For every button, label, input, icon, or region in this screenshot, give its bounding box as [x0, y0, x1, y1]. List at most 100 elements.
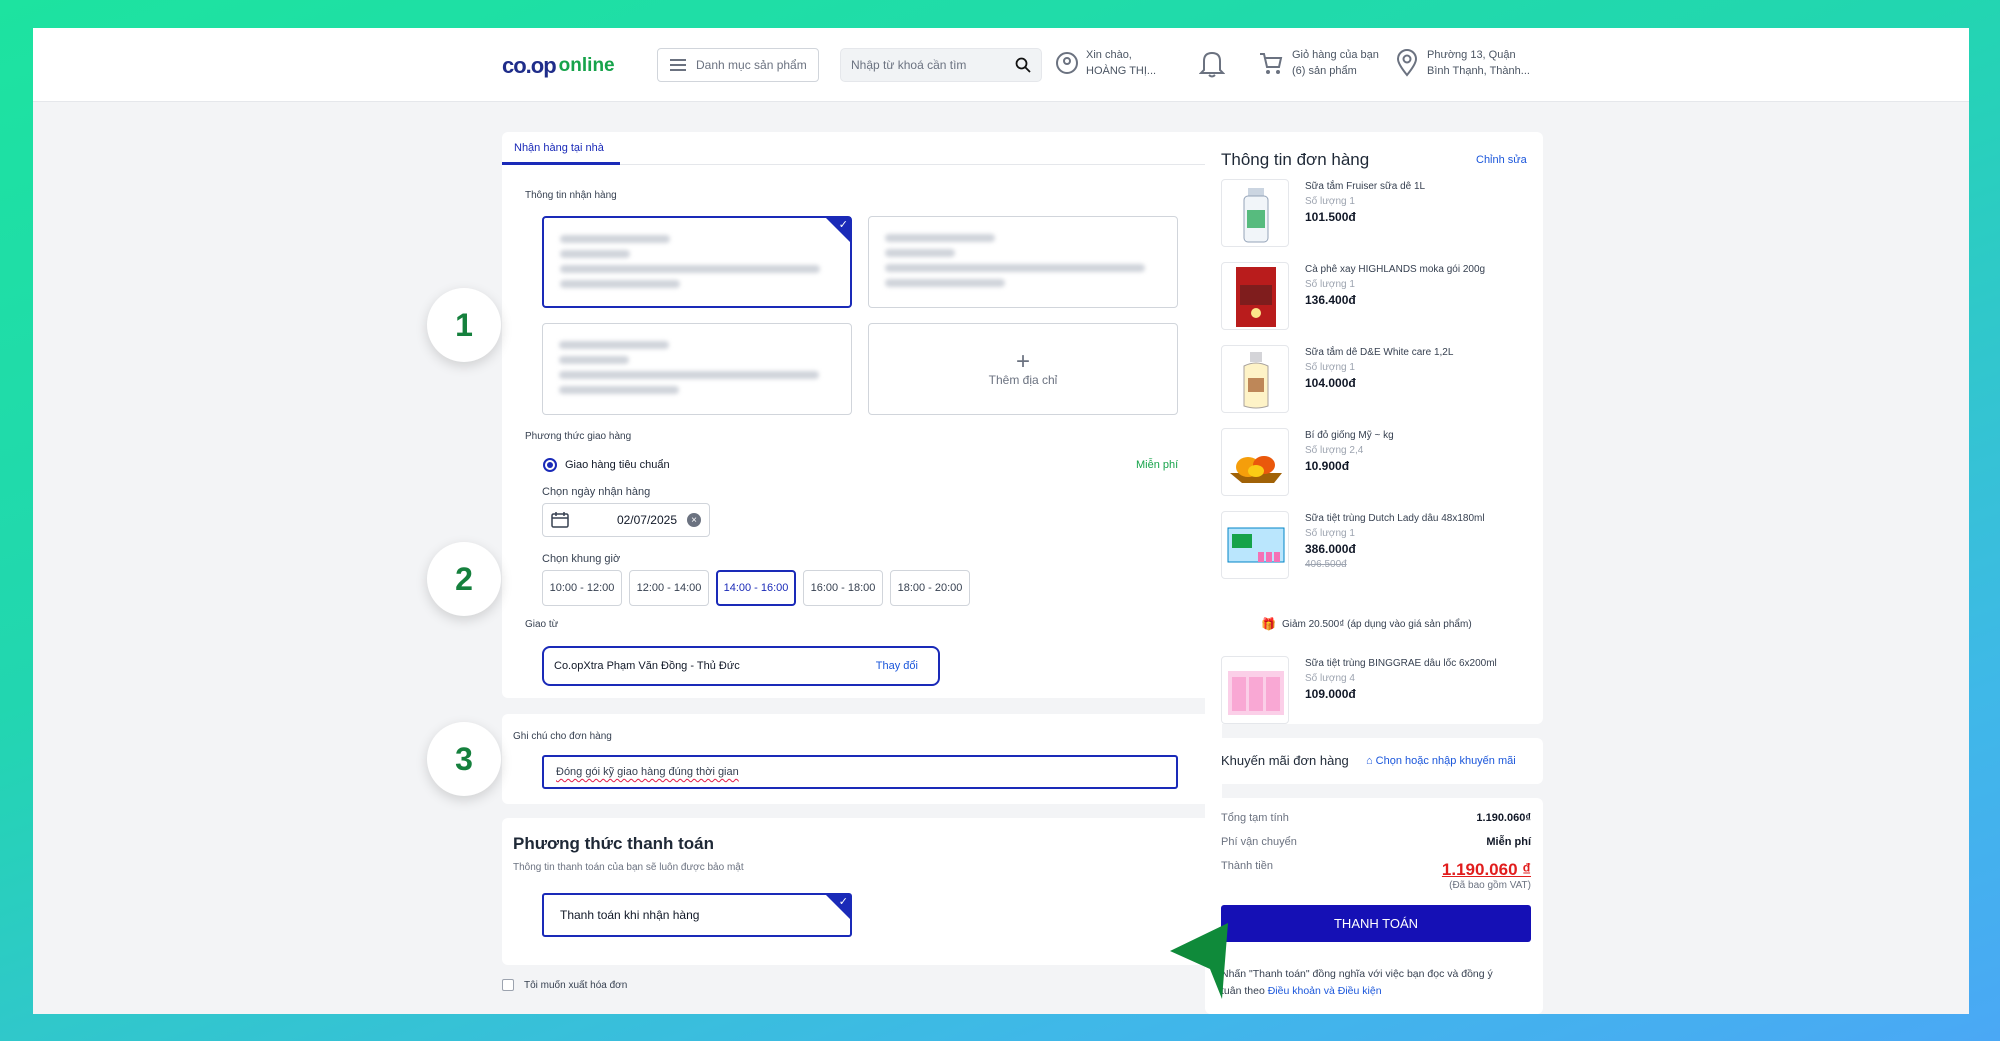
cart-icon [1260, 53, 1283, 74]
product-old-price: 406.500đ [1305, 559, 1347, 570]
promo-link-label: Chọn hoặc nhập khuyến mãi [1375, 755, 1516, 767]
discount-note-text: Giảm 20.500₫ (áp dụng vào giá sản phẩm) [1281, 618, 1472, 630]
product-price: 101.500đ [1305, 210, 1356, 224]
cart-count: (6) sản phẩm [1292, 65, 1357, 77]
subtotal-value: 1.190.060₫ [1476, 812, 1531, 824]
app-window: co.op online Danh mục sản phẩm Xin chào,… [33, 28, 1969, 1014]
invoice-option[interactable]: Tôi muốn xuất hóa đơn [502, 979, 627, 991]
edit-order-link[interactable]: Chỉnh sửa [1476, 154, 1527, 166]
standard-shipping-label: Giao hàng tiêu chuẩn [565, 459, 670, 471]
ship-from-label: Giao từ [525, 619, 559, 630]
step-marker-1: 1 [427, 288, 501, 362]
receiver-info-label: Thông tin nhận hàng [525, 190, 617, 201]
standard-shipping-option[interactable]: Giao hàng tiêu chuẩn [543, 458, 670, 472]
bell-icon[interactable] [1199, 48, 1225, 78]
subtotal-row: Tổng tạm tính 1.190.060₫ [1221, 812, 1531, 824]
tag-icon: ⌂ [1366, 755, 1373, 767]
time-slot-4[interactable]: 16:00 - 18:00 [803, 570, 883, 606]
product-image [1221, 656, 1289, 724]
product-qty: Số lượng 2,4 [1305, 445, 1364, 456]
top-header: co.op online Danh mục sản phẩm Xin chào,… [33, 28, 1969, 102]
search-icon[interactable] [1015, 57, 1031, 73]
store-selector: Co.opXtra Phạm Văn Đồng - Thủ Đức Thay đ… [542, 646, 940, 686]
pointer-arrow-icon [1170, 923, 1228, 999]
terms-text: Nhấn "Thanh toán" đồng nghĩa với việc bạ… [1221, 966, 1539, 1000]
step-marker-3: 3 [427, 722, 501, 796]
address-card-2[interactable] [868, 216, 1178, 308]
invoice-checkbox[interactable] [502, 979, 514, 991]
location-line1: Phường 13, Quận [1427, 49, 1516, 61]
greeting-text: Xin chào, [1086, 49, 1132, 61]
cart-label: Giỏ hàng của bạn [1292, 49, 1379, 61]
promo-title: Khuyến mãi đơn hàng [1221, 753, 1349, 768]
shipping-method-label: Phương thức giao hàng [525, 431, 632, 442]
category-menu-label: Danh mục sản phẩm [696, 58, 807, 72]
menu-icon [670, 59, 686, 71]
payment-subtitle: Thông tin thanh toán của bạn sẽ luôn đượ… [513, 862, 744, 873]
product-qty: Số lượng 1 [1305, 528, 1355, 539]
cod-payment-option[interactable]: Thanh toán khi nhận hàng ✓ [542, 893, 852, 937]
product-price: 109.000đ [1305, 687, 1356, 701]
terms-line1: Nhấn "Thanh toán" đồng nghĩa với việc bạ… [1221, 968, 1493, 980]
product-image [1221, 345, 1289, 413]
product-price: 104.000đ [1305, 376, 1356, 390]
calendar-icon [551, 512, 569, 528]
user-icon [1056, 52, 1078, 74]
product-name: Cà phê xay HIGHLANDS moka gói 200g [1305, 264, 1486, 275]
time-slot-1[interactable]: 10:00 - 12:00 [542, 570, 622, 606]
terms-link[interactable]: Điều khoản và Điều kiện [1268, 985, 1382, 997]
shipping-fee-value: Miễn phí [1486, 836, 1531, 848]
clear-date-icon[interactable]: × [687, 513, 701, 527]
product-name: Bí đỏ giống Mỹ ~ kg [1305, 430, 1394, 441]
product-image [1221, 179, 1289, 247]
location-line2: Bình Thạnh, Thành... [1427, 65, 1530, 77]
store-name: Co.opXtra Phạm Văn Đồng - Thủ Đức [554, 660, 740, 672]
product-price: 386.000đ [1305, 542, 1356, 556]
product-name: Sữa tiệt trùng Dutch Lady dâu 48x180ml [1305, 513, 1485, 524]
checkout-button[interactable]: THANH TOÁN [1221, 905, 1531, 942]
product-qty: Số lượng 4 [1305, 673, 1355, 684]
date-picker[interactable]: 02/07/2025 × [542, 503, 710, 537]
search-input[interactable] [851, 58, 1015, 72]
selected-check-icon: ✓ [825, 217, 851, 243]
note-label: Ghi chú cho đơn hàng [513, 731, 612, 742]
product-qty: Số lượng 1 [1305, 279, 1355, 290]
total-row: Thành tiền 1.190.060 ₫ [1221, 860, 1531, 880]
shipping-fee-label: Phí vận chuyển [1221, 836, 1297, 848]
user-name: HOÀNG THỊ... [1086, 65, 1157, 77]
address-card-3[interactable] [542, 323, 852, 415]
total-value: 1.190.060 ₫ [1441, 860, 1531, 879]
gift-icon: 🎁 [1261, 617, 1276, 631]
shipping-fee-row: Phí vận chuyển Miễn phí [1221, 836, 1531, 848]
pick-slot-label: Chọn khung giờ [542, 553, 621, 565]
free-shipping-label: Miễn phí [1136, 459, 1179, 471]
pick-date-label: Chọn ngày nhận hàng [542, 486, 651, 498]
account-menu[interactable]: Xin chào, HOÀNG THỊ... [1056, 47, 1156, 79]
cart-button[interactable]: Giỏ hàng của bạn (6) sản phẩm [1258, 47, 1379, 79]
product-qty: Số lượng 1 [1305, 362, 1355, 373]
tab-home-delivery[interactable]: Nhận hàng tại nhà [502, 132, 620, 165]
cod-label: Thanh toán khi nhận hàng [560, 908, 700, 922]
product-price: 136.400đ [1305, 293, 1356, 307]
step-marker-2: 2 [427, 542, 501, 616]
selected-check-icon: ✓ [825, 894, 851, 920]
product-image [1221, 262, 1289, 330]
invoice-label: Tôi muốn xuất hóa đơn [524, 979, 628, 991]
add-address-label: Thêm địa chỉ [988, 373, 1058, 387]
order-note-input[interactable]: Đóng gói kỹ giao hàng đúng thời gian [542, 755, 1178, 789]
category-menu-button[interactable]: Danh mục sản phẩm [657, 48, 819, 82]
add-address-button[interactable]: + Thêm địa chỉ [868, 323, 1178, 415]
product-name: Sữa tắm dê D&E White care 1,2L [1305, 347, 1454, 358]
subtotal-label: Tổng tạm tính [1221, 812, 1289, 824]
vat-note: (Đã bao gồm VAT) [1449, 880, 1531, 891]
time-slot-2[interactable]: 12:00 - 14:00 [629, 570, 709, 606]
logo-prefix: co.op [502, 53, 557, 78]
time-slot-3[interactable]: 14:00 - 16:00 [716, 570, 796, 606]
change-store-link[interactable]: Thay đổi [876, 660, 918, 672]
payment-title: Phương thức thanh toán [513, 834, 715, 853]
time-slot-5[interactable]: 18:00 - 20:00 [890, 570, 970, 606]
address-card-1[interactable]: ✓ [542, 216, 852, 308]
location-selector[interactable]: Phường 13, Quận Bình Thạnh, Thành... [1395, 47, 1530, 79]
coop-logo[interactable]: co.op online [502, 52, 615, 80]
promo-link[interactable]: ⌂ Chọn hoặc nhập khuyến mãi [1366, 755, 1516, 767]
